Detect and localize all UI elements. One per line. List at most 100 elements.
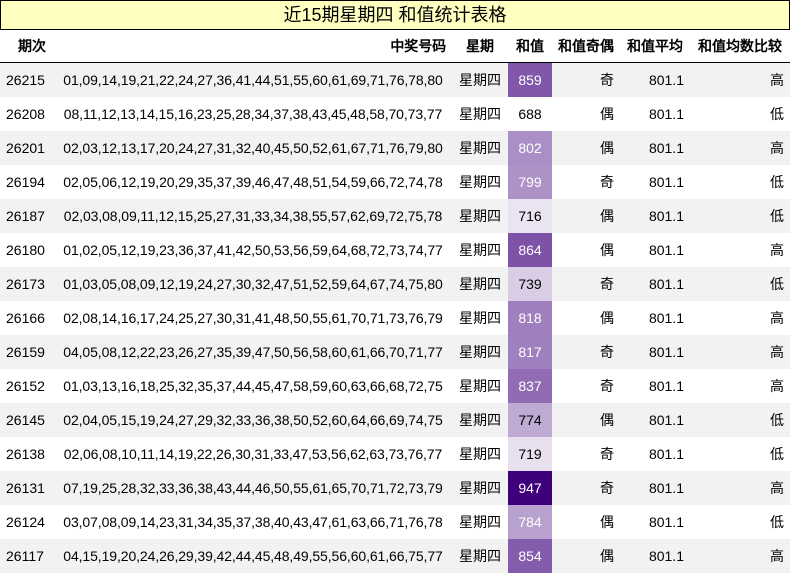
cell-compare: 高: [690, 471, 790, 505]
stats-table: 期次 中奖号码 星期 和值 和值奇偶 和值平均 和值均数比较 26215 01,0…: [0, 30, 790, 573]
cell-sum: 837: [508, 369, 552, 403]
cell-weekday: 星期四: [459, 242, 501, 258]
cell-numbers: 02,03,08,09,11,12,15,25,27,31,33,34,38,5…: [54, 199, 452, 233]
cell-parity: 偶: [552, 403, 620, 437]
table-row: 26166 02,08,14,16,17,24,25,27,30,31,41,48…: [0, 301, 790, 335]
cell-sum: 802: [508, 131, 552, 165]
cell-issue: 26187: [0, 199, 54, 233]
cell-parity: 偶: [600, 514, 614, 530]
header-compare: 和值均数比较: [690, 30, 790, 63]
cell-issue: 26215: [0, 62, 54, 97]
cell-average: 801.1: [648, 310, 684, 326]
cell-issue: 26201: [0, 131, 54, 165]
cell-issue: 26194: [6, 174, 45, 190]
cell-average: 801.1: [648, 446, 684, 462]
header-row: 期次 中奖号码 星期 和值 和值奇偶 和值平均 和值均数比较: [0, 30, 790, 63]
cell-numbers: 04,15,19,20,24,26,29,39,42,44,45,48,49,5…: [54, 539, 452, 573]
table-row: 26159 04,05,08,12,22,23,26,27,35,39,47,50…: [0, 335, 790, 369]
cell-numbers: 03,07,08,09,14,23,31,34,35,37,38,40,43,4…: [63, 514, 443, 530]
table-row: 26173 01,03,05,08,09,12,19,24,27,30,32,47…: [0, 267, 790, 301]
cell-issue: 26208: [6, 106, 45, 122]
cell-compare: 高: [690, 335, 790, 369]
cell-average: 801.1: [620, 403, 690, 437]
cell-compare: 低: [770, 106, 784, 122]
cell-average: 801.1: [620, 131, 690, 165]
table-row: 26131 07,19,25,28,32,33,36,38,43,44,46,50…: [0, 471, 790, 505]
cell-issue: 26145: [0, 403, 54, 437]
cell-issue: 26173: [0, 267, 54, 301]
table-body: 26215 01,09,14,19,21,22,24,27,36,41,44,51…: [0, 62, 790, 573]
cell-sum: 817: [508, 335, 552, 369]
cell-sum: 859: [508, 62, 552, 97]
cell-sum: 864: [508, 233, 552, 267]
table-row: 26215 01,09,14,19,21,22,24,27,36,41,44,51…: [0, 62, 790, 97]
cell-issue: 26180: [6, 242, 45, 258]
cell-numbers: 02,05,06,12,19,20,29,35,37,39,46,47,48,5…: [63, 174, 443, 190]
cell-average: 801.1: [620, 539, 690, 573]
cell-weekday: 星期四: [452, 62, 508, 97]
cell-issue: 26124: [6, 514, 45, 530]
cell-compare: 低: [770, 174, 784, 190]
cell-parity: 偶: [552, 131, 620, 165]
cell-sum: 716: [508, 199, 552, 233]
cell-numbers: 01,02,05,12,19,23,36,37,41,42,50,53,56,5…: [63, 242, 443, 258]
cell-average: 801.1: [620, 335, 690, 369]
cell-compare: 低: [690, 267, 790, 301]
cell-parity: 奇: [552, 267, 620, 301]
cell-issue: 26159: [0, 335, 54, 369]
cell-sum: 784: [508, 505, 552, 539]
header-average: 和值平均: [620, 30, 690, 63]
table-row: 26138 02,06,08,10,11,14,19,22,26,30,31,33…: [0, 437, 790, 471]
cell-parity: 奇: [552, 335, 620, 369]
cell-sum: 818: [508, 301, 552, 335]
cell-weekday: 星期四: [452, 131, 508, 165]
cell-issue: 26138: [6, 446, 45, 462]
header-sum: 和值: [508, 30, 552, 63]
cell-numbers: 02,03,12,13,17,20,24,27,31,32,40,45,50,5…: [54, 131, 452, 165]
table-row: 26208 08,11,12,13,14,15,16,23,25,28,34,37…: [0, 97, 790, 131]
cell-weekday: 星期四: [459, 378, 501, 394]
cell-numbers: 01,03,13,16,18,25,32,35,37,44,45,47,58,5…: [63, 378, 443, 394]
cell-weekday: 星期四: [452, 539, 508, 573]
cell-numbers: 02,04,05,15,19,24,27,29,32,33,36,38,50,5…: [54, 403, 452, 437]
cell-issue: 26166: [6, 310, 45, 326]
cell-weekday: 星期四: [459, 174, 501, 190]
cell-sum: 688: [508, 97, 552, 131]
cell-average: 801.1: [620, 471, 690, 505]
header-issue: 期次: [0, 30, 54, 63]
header-weekday: 星期: [452, 30, 508, 63]
cell-sum: 947: [508, 471, 552, 505]
cell-issue: 26131: [0, 471, 54, 505]
cell-average: 801.1: [648, 514, 684, 530]
cell-issue: 26152: [6, 378, 45, 394]
table-row: 26201 02,03,12,13,17,20,24,27,31,32,40,45…: [0, 131, 790, 165]
table-row: 26180 01,02,05,12,19,23,36,37,41,42,50,53…: [0, 233, 790, 267]
cell-compare: 低: [770, 514, 784, 530]
cell-weekday: 星期四: [459, 106, 501, 122]
cell-sum: 739: [508, 267, 552, 301]
cell-compare: 低: [690, 403, 790, 437]
cell-weekday: 星期四: [452, 267, 508, 301]
cell-issue: 26117: [0, 539, 54, 573]
cell-weekday: 星期四: [459, 514, 501, 530]
cell-parity: 偶: [600, 242, 614, 258]
cell-numbers: 04,05,08,12,22,23,26,27,35,39,47,50,56,5…: [54, 335, 452, 369]
cell-average: 801.1: [648, 378, 684, 394]
cell-average: 801.1: [648, 242, 684, 258]
cell-parity: 奇: [600, 446, 614, 462]
cell-compare: 高: [770, 378, 784, 394]
cell-numbers: 01,03,05,08,09,12,19,24,27,30,32,47,51,5…: [54, 267, 452, 301]
cell-weekday: 星期四: [452, 199, 508, 233]
header-parity: 和值奇偶: [552, 30, 620, 63]
table-title: 近15期星期四 和值统计表格: [0, 0, 790, 30]
cell-compare: 高: [690, 539, 790, 573]
page: 近15期星期四 和值统计表格 期次 中奖号码 星期 和值 和值奇偶 和值平均 和…: [0, 0, 790, 575]
cell-numbers: 02,08,14,16,17,24,25,27,30,31,41,48,50,5…: [63, 310, 443, 326]
cell-average: 801.1: [648, 174, 684, 190]
cell-weekday: 星期四: [452, 335, 508, 369]
cell-parity: 奇: [600, 378, 614, 394]
cell-numbers: 07,19,25,28,32,33,36,38,43,44,46,50,55,6…: [54, 471, 452, 505]
cell-compare: 低: [690, 199, 790, 233]
cell-average: 801.1: [620, 267, 690, 301]
cell-parity: 偶: [552, 539, 620, 573]
